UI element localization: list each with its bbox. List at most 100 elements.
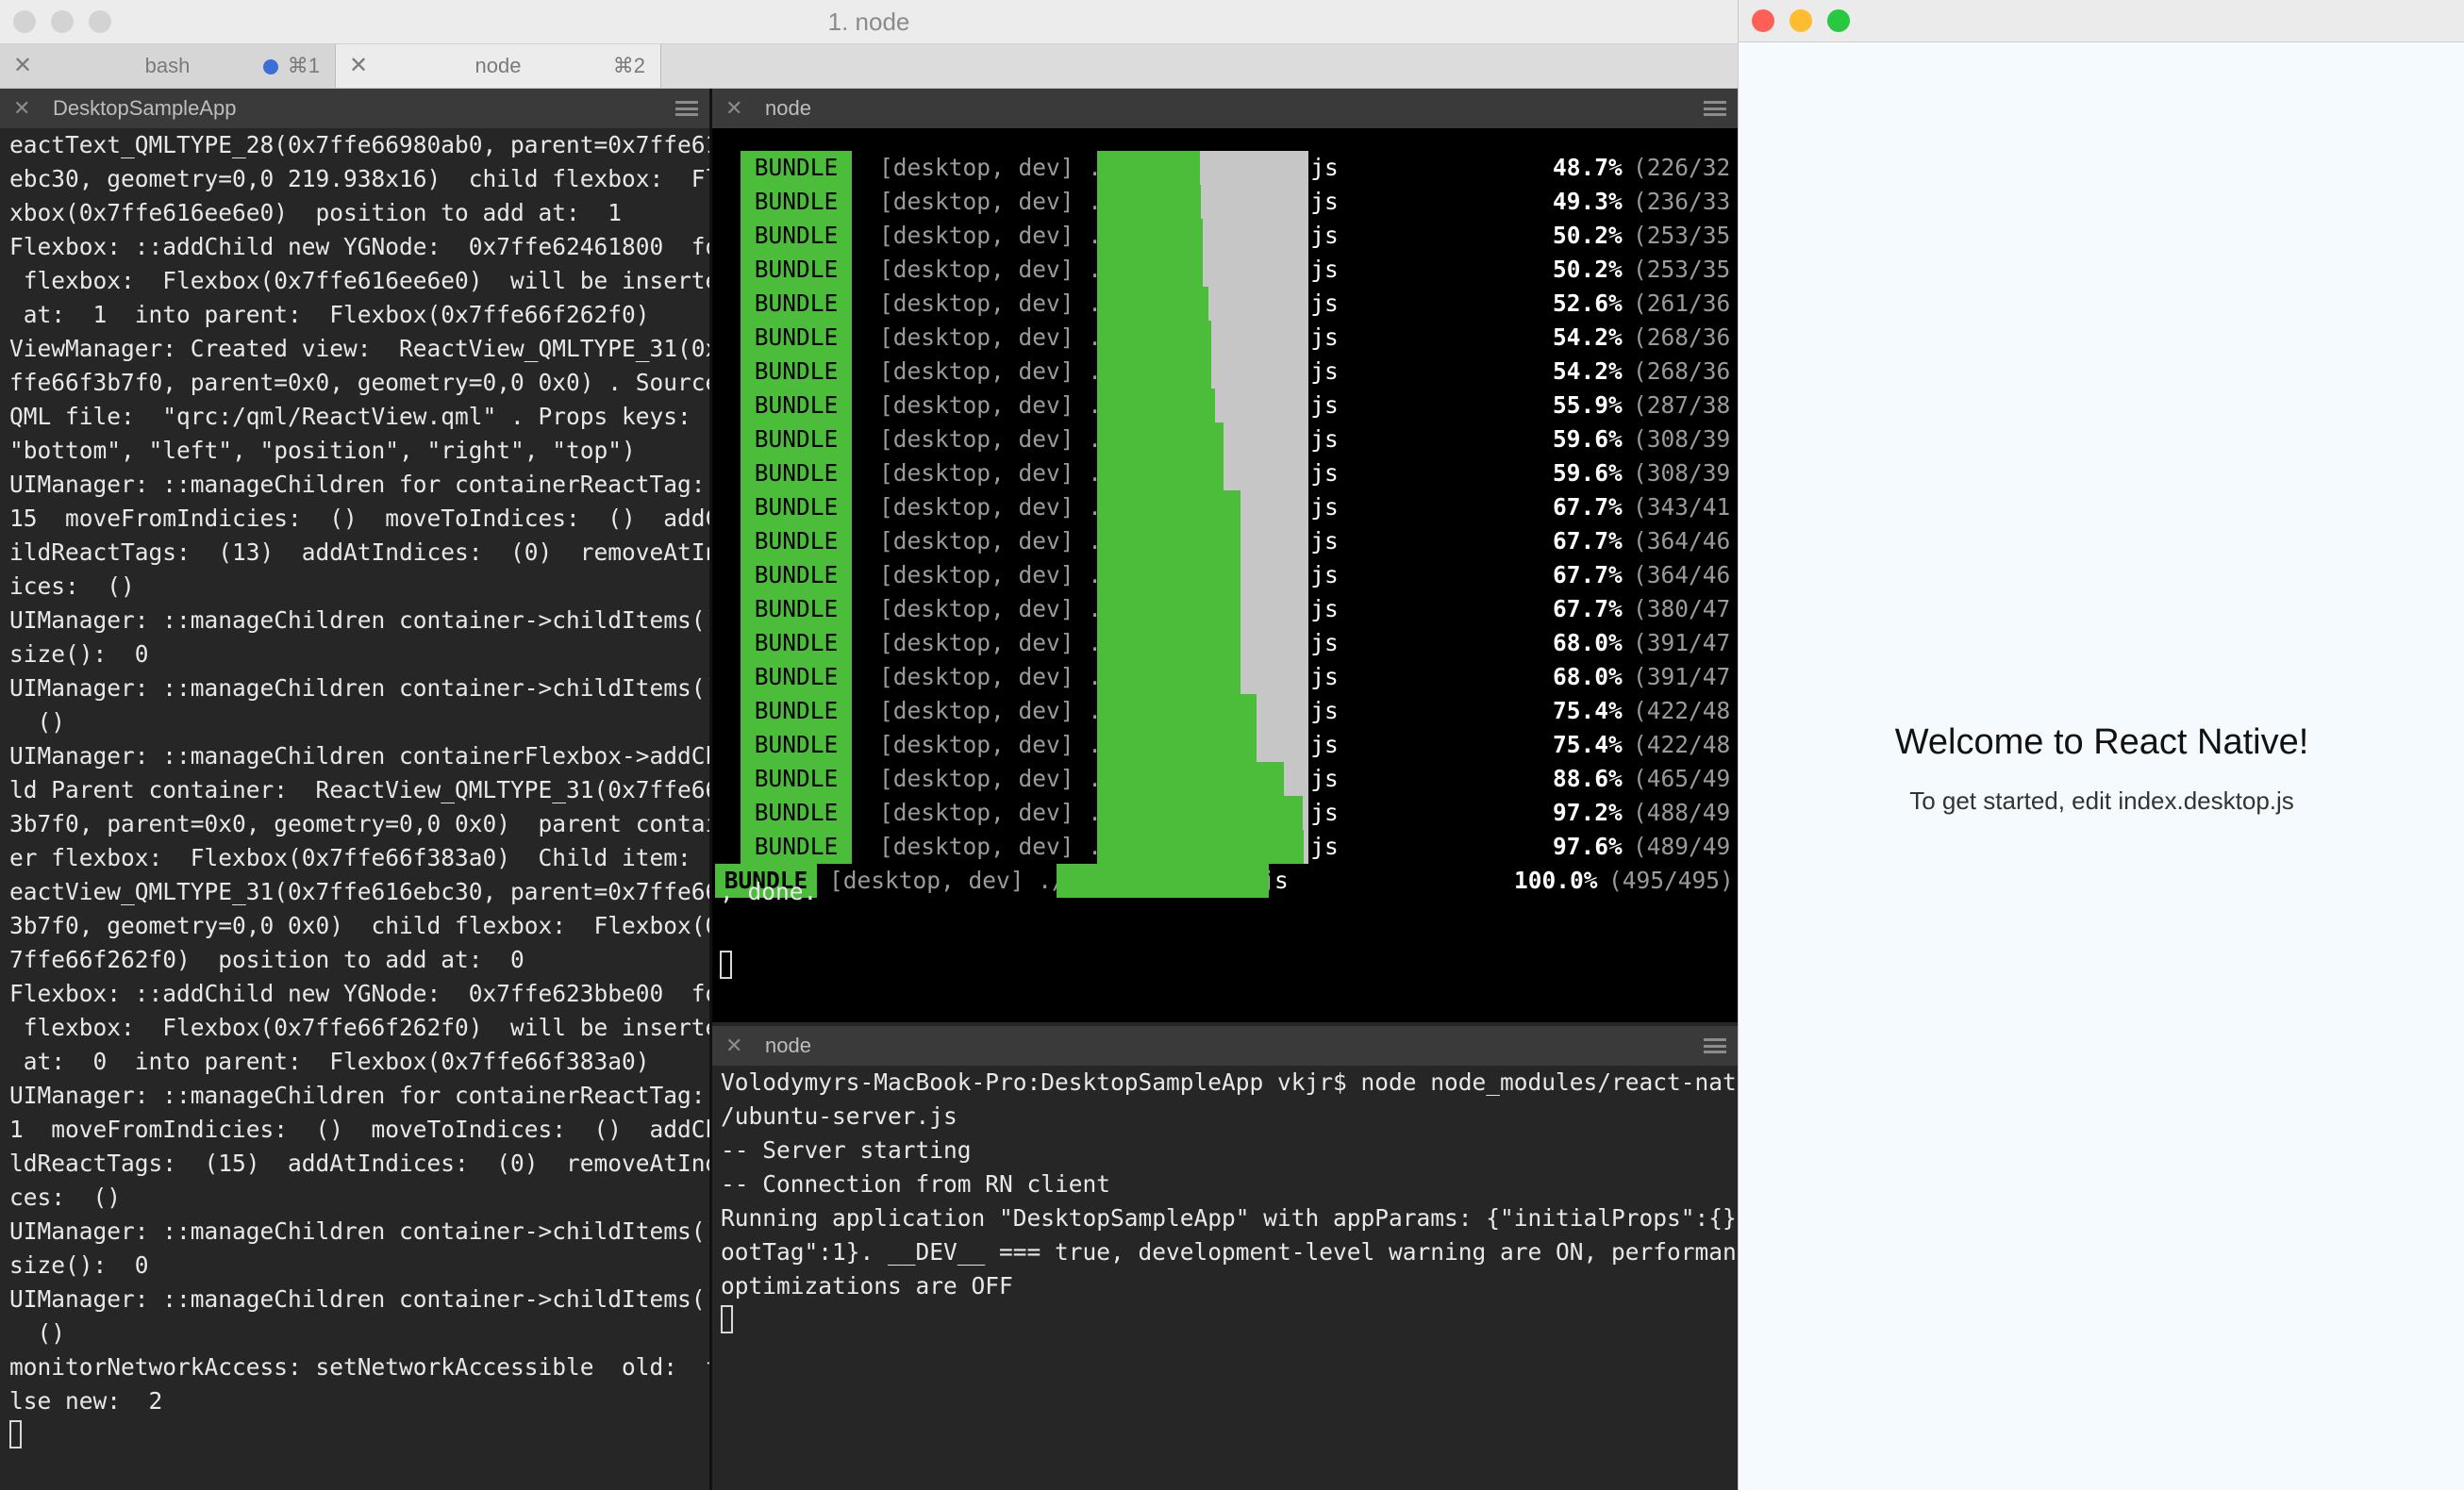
progress-percent: 67.7%: [1553, 493, 1623, 521]
progress-count: (287/38: [1633, 391, 1731, 419]
cursor: [721, 1305, 733, 1333]
tab-label: node: [474, 54, 522, 77]
tab-bash[interactable]: ✕ bash ⌘1: [0, 44, 336, 88]
top-right-pane-header: ✕ node: [712, 89, 1738, 128]
progress-percent: 75.4%: [1553, 697, 1623, 724]
bundle-row: BUNDLE[desktop, dev] ./index.desktop.js6…: [712, 592, 1738, 626]
left-terminal[interactable]: eactText_QMLTYPE_28(0x7ffe66980ab0, pare…: [0, 128, 709, 1490]
bundle-tag: BUNDLE: [741, 796, 852, 830]
terminal-line: -- Connection from RN client: [721, 1170, 1111, 1198]
progress-percent: 68.0%: [1553, 629, 1623, 656]
terminal-line: size(): 0: [9, 1251, 149, 1279]
bundle-row: BUNDLE[desktop, dev] ./index.desktop.js6…: [712, 660, 1738, 694]
bundle-tag: BUNDLE: [741, 321, 852, 355]
terminal-line: 15 moveFromIndicies: () moveToIndices: (…: [9, 505, 709, 532]
progress-track: [1097, 694, 1308, 728]
progress-count: (391/47: [1633, 663, 1731, 690]
close-pane-icon[interactable]: ✕: [13, 89, 30, 128]
bundle-tag: BUNDLE: [741, 558, 852, 592]
bundle-row: BUNDLE[desktop, dev] ./index.desktop.js5…: [712, 456, 1738, 490]
progress-fill: [1097, 253, 1203, 287]
progress-count: (253/35: [1633, 256, 1731, 283]
close-window-button[interactable]: [1752, 9, 1774, 32]
minimize-window-button[interactable]: [1790, 9, 1812, 32]
bundle-tag: BUNDLE: [741, 389, 852, 422]
progress-track: [1097, 185, 1308, 219]
bottom-right-pane-header: ✕ node: [712, 1026, 1738, 1066]
progress-percent: 75.4%: [1553, 731, 1623, 758]
bundle-row: BUNDLE[desktop, dev] ./index.desktop.js9…: [712, 796, 1738, 830]
pane-title: node: [765, 1034, 811, 1057]
progress-percent: 100.0%: [1514, 867, 1598, 894]
instructions-text: To get started, edit index.desktop.js: [1909, 786, 2294, 815]
progress-track: [1097, 389, 1308, 422]
bundle-tag: BUNDLE: [741, 151, 852, 185]
bundle-tag: BUNDLE: [741, 660, 852, 694]
terminal-line: ces: (): [9, 1184, 122, 1211]
progress-percent: 68.0%: [1553, 663, 1623, 690]
progress-track: [1097, 796, 1308, 830]
close-pane-icon[interactable]: ✕: [725, 89, 742, 128]
terminal-line: /ubuntu-server.js: [721, 1102, 957, 1130]
progress-fill: [1057, 864, 1269, 898]
progress-count: (489/49: [1633, 833, 1731, 860]
progress-fill: [1097, 490, 1240, 524]
terminal-line: at: 0 into parent: Flexbox(0x7ffe66f383a…: [9, 1048, 650, 1075]
progress-count: (364/46: [1633, 527, 1731, 555]
progress-percent: 67.7%: [1553, 561, 1623, 588]
terminal-line: (): [9, 1319, 66, 1347]
pane-menu-icon[interactable]: [1704, 1038, 1726, 1053]
pane-menu-icon[interactable]: [675, 101, 698, 116]
progress-fill: [1097, 762, 1284, 796]
server-terminal[interactable]: Volodymyrs-MacBook-Pro:DesktopSampleApp …: [712, 1066, 1738, 1490]
bundle-tag: BUNDLE: [741, 762, 852, 796]
progress-percent: 52.6%: [1553, 290, 1623, 317]
progress-percent: 88.6%: [1553, 765, 1623, 792]
progress-track: [1097, 219, 1308, 253]
progress-track: [1097, 728, 1308, 762]
window-title: 1. node: [827, 8, 910, 36]
terminal-line: UIManager: ::manageChildren for containe…: [9, 1082, 706, 1109]
progress-track: [1097, 490, 1308, 524]
terminal-line: eactView_QMLTYPE_31(0x7ffe616ebc30, pare…: [9, 878, 709, 905]
done-text: , done.: [720, 878, 818, 905]
bundle-row: BUNDLE[desktop, dev] ./index.desktop.js6…: [712, 524, 1738, 558]
progress-fill: [1097, 796, 1303, 830]
pane-title: DesktopSampleApp: [53, 96, 237, 120]
progress-fill: [1097, 694, 1257, 728]
progress-track: [1097, 422, 1308, 456]
bundle-row: BUNDLE[desktop, dev] ./index.desktop.js4…: [712, 151, 1738, 185]
iterm-titlebar: 1. node: [0, 0, 1738, 44]
bundler-terminal[interactable]: BUNDLE[desktop, dev] ./index.desktop.js4…: [712, 128, 1738, 1022]
terminal-line: ViewManager: Created view: ReactView_QML…: [9, 335, 709, 362]
progress-count: (236/33: [1633, 188, 1731, 215]
progress-count: (268/36: [1633, 323, 1731, 351]
close-pane-icon[interactable]: ✕: [725, 1026, 742, 1066]
terminal-line: "bottom", "left", "position", "right", "…: [9, 437, 636, 464]
terminal-line: lse new: 2: [9, 1387, 163, 1415]
terminal-line: er flexbox: Flexbox(0x7ffe66f383a0) Chil…: [9, 844, 709, 871]
tab-label: bash: [144, 54, 191, 77]
progress-track: [1097, 253, 1308, 287]
zoom-window-button[interactable]: [1827, 9, 1850, 32]
progress-fill: [1097, 422, 1224, 456]
welcome-text: Welcome to React Native!: [1894, 722, 2309, 762]
tab-shortcut: ⌘2: [612, 54, 645, 77]
bundle-tag: BUNDLE: [741, 422, 852, 456]
pane-menu-icon[interactable]: [1704, 101, 1726, 116]
progress-percent: 67.7%: [1553, 595, 1623, 622]
progress-percent: 59.6%: [1553, 459, 1623, 487]
progress-track: [1097, 626, 1308, 660]
terminal-line: UIManager: ::manageChildren container->c…: [9, 606, 709, 634]
progress-percent: 55.9%: [1553, 391, 1623, 419]
terminal-line: ld Parent container: ReactView_QMLTYPE_3…: [9, 776, 709, 803]
tab-node[interactable]: ✕ node ⌘2: [336, 44, 661, 88]
progress-percent: 48.7%: [1553, 154, 1623, 181]
bundle-tag: BUNDLE: [741, 592, 852, 626]
progress-count: (422/48: [1633, 731, 1731, 758]
progress-count: (253/35: [1633, 222, 1731, 249]
terminal-line: monitorNetworkAccess: setNetworkAccessib…: [9, 1353, 709, 1381]
bundle-row: BUNDLE[desktop, dev] ./index.desktop.js5…: [712, 422, 1738, 456]
progress-fill: [1097, 626, 1240, 660]
terminal-line: (): [9, 708, 66, 736]
